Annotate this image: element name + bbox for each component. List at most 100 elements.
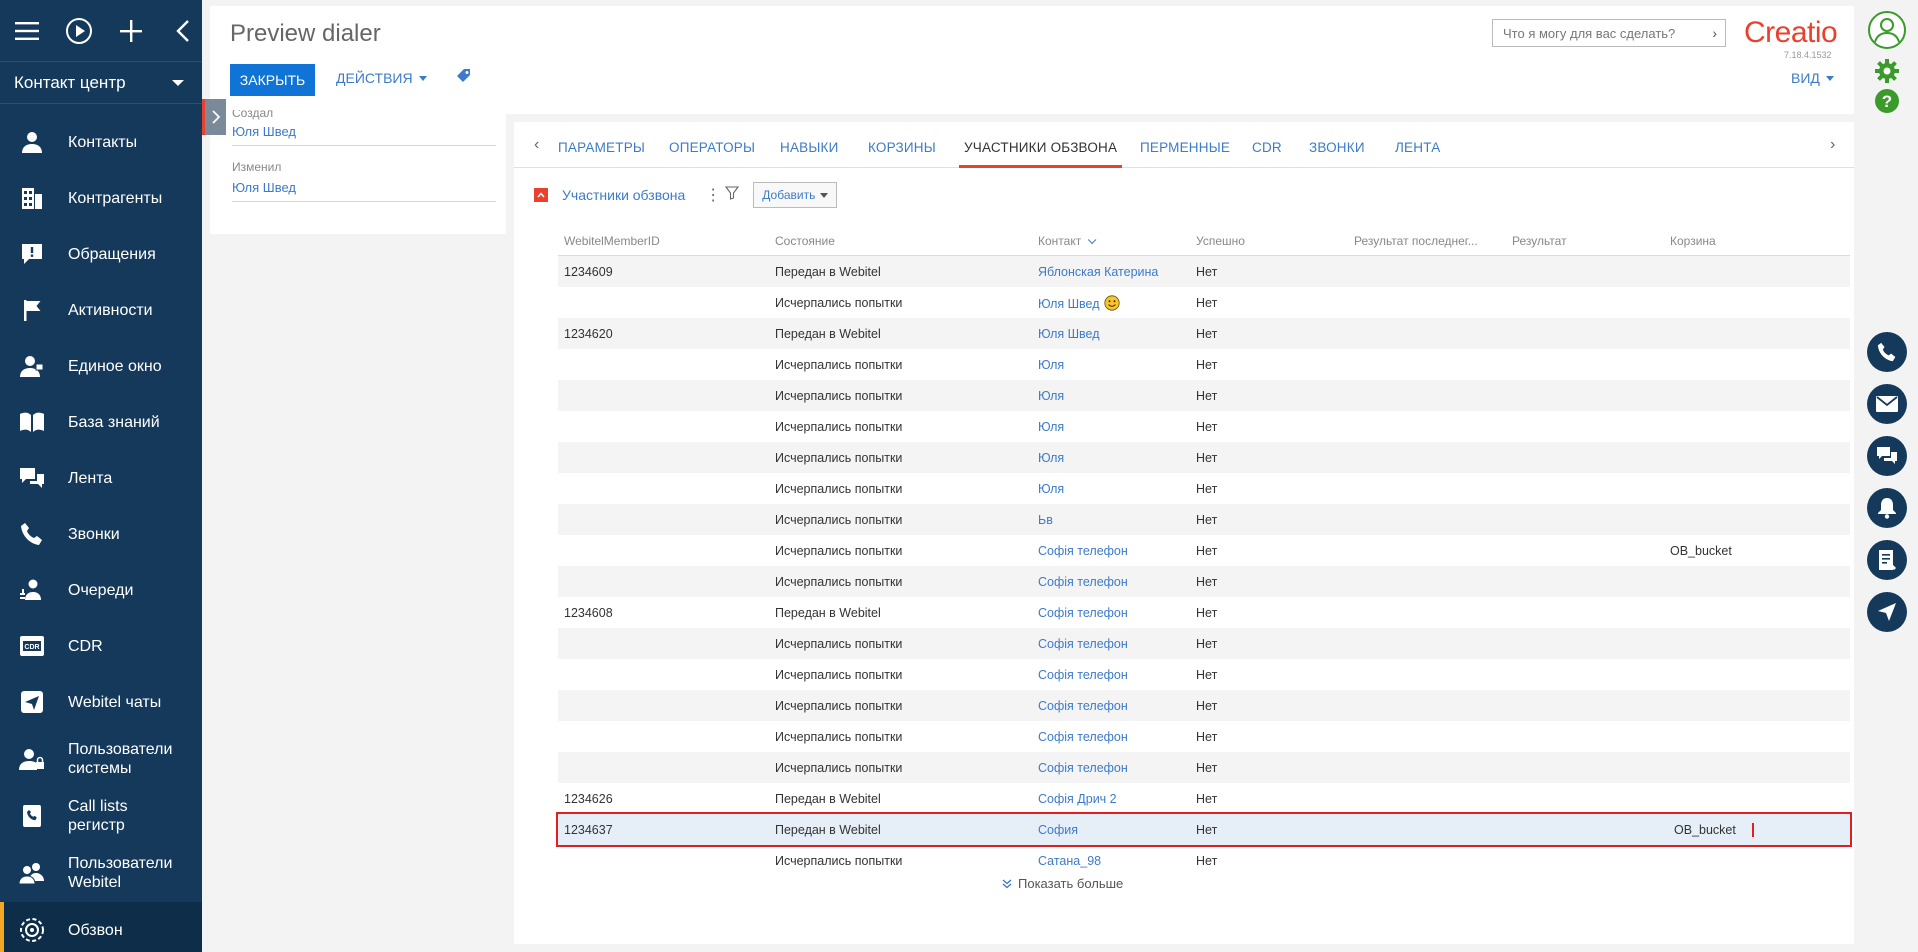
contact-link[interactable]: Софія телефон [1038,699,1128,713]
contact-link[interactable]: Яблонская Катерина [1038,265,1158,279]
sidebar-item-knowledge-base[interactable]: База знаний [0,394,202,450]
sidebar-item-webitel-chats[interactable]: Webitel чаты [0,674,202,730]
sidebar-item-webitel-users[interactable]: Пользователи Webitel [0,844,202,902]
contact-link[interactable]: Софія телефон [1038,606,1128,620]
sidebar-item-call-lists[interactable]: Call lists регистр [0,788,202,844]
tab-operators[interactable]: ОПЕРАТОРЫ [669,140,755,155]
table-row[interactable]: Исчерпались попытки Софія телефон Нет OB_bu… [558,535,1850,566]
send-icon[interactable] [1867,592,1907,632]
column-header[interactable]: Корзина [1664,234,1824,248]
table-row[interactable]: Исчерпались попытки Юля Швед Нет [558,287,1850,318]
tab-feed[interactable]: ЛЕНТА [1395,140,1440,155]
sidebar-item-system-users[interactable]: Пользователи системы [0,730,202,788]
tab-variables[interactable]: ПЕРМЕННЫЕ [1140,140,1230,155]
sidebar-item-contacts[interactable]: Контакты [0,114,202,170]
contact-link[interactable]: Софія телефон [1038,637,1128,651]
detail-title[interactable]: Участники обзвона [562,187,685,203]
phone-icon[interactable] [1867,332,1907,372]
contact-link[interactable]: Сатана_98 [1038,854,1101,868]
workplace-selector[interactable]: Контакт центр [0,62,202,104]
kebab-menu-icon[interactable]: ⋮ [705,185,721,205]
bell-icon[interactable] [1867,488,1907,528]
show-more-button[interactable]: Показать больше [1002,876,1123,891]
table-row[interactable]: Исчерпались попытки Софія телефон Нет [558,566,1850,597]
table-row[interactable]: Исчерпались попытки Юля Нет [558,473,1850,504]
contact-link[interactable]: Юля [1038,451,1064,465]
tab-cdr[interactable]: CDR [1252,140,1282,155]
add-button[interactable]: Добавить [753,182,838,208]
sidebar-item-accounts[interactable]: Контрагенты [0,170,202,226]
created-by-value[interactable]: Юля Швед [232,120,496,145]
column-header[interactable]: WebitelMemberID [558,234,769,248]
modified-by-value[interactable]: Юля Швед [232,176,496,201]
sidebar-item-calls[interactable]: Звонки [0,506,202,562]
document-icon[interactable] [1867,540,1907,580]
table-row[interactable]: 1234608 Передан в Webitel Софія телефон Нет [558,597,1850,628]
tab-scroll-left-icon[interactable]: ‹ [534,136,539,154]
table-row[interactable]: 1234609 Передан в Webitel Яблонская Катери… [558,256,1850,287]
contact-link[interactable]: Юля Швед [1038,297,1100,311]
tab-skills[interactable]: НАВЫКИ [780,140,838,155]
contact-link[interactable]: Юля [1038,389,1064,403]
contact-link[interactable]: Софія телефон [1038,761,1128,775]
contact-link[interactable]: Софія Дрич 2 [1038,792,1117,806]
table-row[interactable]: Исчерпались попытки Софія телефон Нет [558,721,1850,752]
menu-icon[interactable] [12,16,42,46]
table-row[interactable]: Исчерпались попытки Ьв Нет [558,504,1850,535]
table-row[interactable]: Исчерпались попытки Софія телефон Нет [558,752,1850,783]
column-header[interactable]: Состояние [769,234,1032,248]
email-icon[interactable] [1867,384,1907,424]
contact-link[interactable]: Юля Швед [1038,327,1100,341]
table-row[interactable]: Исчерпались попытки Юля Нет [558,411,1850,442]
tab-parameters[interactable]: ПАРАМЕТРЫ [558,140,645,155]
close-button[interactable]: ЗАКРЫТЬ [230,64,315,96]
contact-link[interactable]: Юля [1038,358,1064,372]
sidebar-item-single-window[interactable]: Единое окно [0,338,202,394]
contact-link[interactable]: Софія телефон [1038,730,1128,744]
plus-icon[interactable] [116,16,146,46]
profile-avatar-icon[interactable] [1866,10,1908,50]
sidebar-item-cases[interactable]: Обращения [0,226,202,282]
table-row[interactable]: Исчерпались попытки Юля Нет [558,442,1850,473]
contact-link[interactable]: Софія телефон [1038,575,1128,589]
actions-button[interactable]: ДЕЙСТВИЯ [336,70,427,86]
sidebar-item-activities[interactable]: Активности [0,282,202,338]
column-header[interactable]: Успешно [1190,234,1348,248]
column-header[interactable]: Результат [1506,234,1664,248]
table-row[interactable]: 1234620 Передан в Webitel Юля Швед Нет [558,318,1850,349]
command-search-input[interactable]: Что я могу для вас сделать? › [1492,19,1726,47]
play-icon[interactable] [64,16,94,46]
table-row[interactable]: Исчерпались попытки Софія телефон Нет [558,628,1850,659]
tab-dialer-members[interactable]: УЧАСТНИКИ ОБЗВОНА [958,140,1123,168]
contact-link[interactable]: Софія телефон [1038,668,1128,682]
column-header[interactable]: Результат последнег... [1348,234,1506,248]
view-button[interactable]: ВИД [1791,70,1834,86]
sidebar-item-feed[interactable]: Лента [0,450,202,506]
filter-icon[interactable] [725,185,740,205]
column-header-contact[interactable]: Контакт [1032,234,1190,248]
contact-link[interactable]: Ьв [1038,513,1053,527]
table-row[interactable]: 1234626 Передан в Webitel Софія Дрич 2 Нет [558,783,1850,814]
sidebar-item-queues[interactable]: Очереди [0,562,202,618]
table-row[interactable]: Исчерпались попытки Софія телефон Нет [558,659,1850,690]
tab-calls[interactable]: ЗВОНКИ [1309,140,1365,155]
table-row[interactable]: Исчерпались попытки Юля Нет [558,380,1850,411]
chevron-right-icon[interactable]: › [1712,25,1717,41]
contact-link[interactable]: Софія телефон [1038,544,1128,558]
contact-link[interactable]: Юля [1038,482,1064,496]
sidebar-item-dialer[interactable]: Обзвон [0,902,202,952]
table-row[interactable]: Исчерпались попытки Юля Нет [558,349,1850,380]
collapse-icon[interactable] [534,188,548,202]
help-icon[interactable]: ? [1866,88,1908,114]
back-chevron-icon[interactable] [168,16,198,46]
panel-toggle-button[interactable] [202,99,226,135]
sidebar-item-cdr[interactable]: CDR CDR [0,618,202,674]
table-row[interactable]: Исчерпались попытки Софія телефон Нет [558,690,1850,721]
table-row[interactable]: Исчерпались попытки Сатана_98 Нет [558,845,1850,876]
tab-scroll-right-icon[interactable]: › [1830,136,1835,154]
tab-buckets[interactable]: КОРЗИНЫ [868,140,936,155]
table-row[interactable]: 1234637 Передан в Webitel София Нет OB_bucke… [556,812,1852,847]
contact-link[interactable]: Юля [1038,420,1064,434]
chat-icon[interactable] [1867,436,1907,476]
tag-icon[interactable] [456,68,472,89]
